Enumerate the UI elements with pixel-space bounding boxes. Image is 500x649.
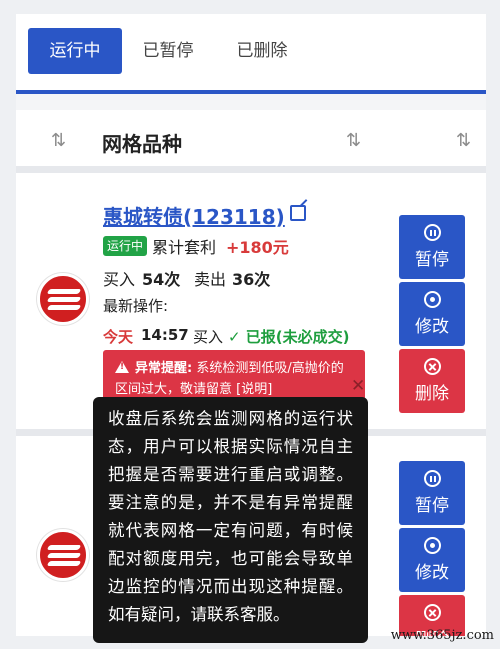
close-icon[interactable]: ✕: [351, 376, 365, 396]
edit-icon: [423, 537, 441, 554]
pause-label: 暂停: [415, 250, 449, 270]
delete-label: 删除: [415, 384, 449, 404]
alert-title: 异常提醒:: [135, 361, 193, 376]
explanation-tooltip: 收盘后系统会监测网格的运行状态，用户可以根据实际情况自主把握是否需要进行重启或调…: [93, 397, 368, 643]
fund-name-link[interactable]: 惠城转债(123118): [103, 201, 285, 230]
sell-count: 36次: [232, 270, 271, 289]
status-badge: 运行中: [103, 236, 148, 256]
latest-operation-label: 最新操作:: [103, 297, 169, 315]
tab-running[interactable]: 运行中: [28, 28, 122, 74]
sort-icon[interactable]: ⇅: [51, 130, 66, 151]
fund-logo-icon: [37, 273, 89, 325]
pause-button[interactable]: 暂停: [399, 215, 465, 279]
pause-button[interactable]: 暂停: [399, 461, 465, 525]
edit-label: 修改: [415, 317, 449, 337]
latest-day: 今天: [103, 328, 134, 346]
external-link-icon[interactable]: [290, 205, 306, 221]
fund-logo-icon: [37, 529, 89, 581]
warning-icon: [115, 361, 129, 373]
pause-icon: [423, 470, 441, 487]
divider: [16, 166, 486, 173]
pause-label: 暂停: [415, 496, 449, 516]
edit-icon: [423, 291, 441, 308]
divider: [16, 94, 486, 110]
column-title: 网格品种: [102, 132, 182, 156]
edit-button[interactable]: 修改: [399, 282, 465, 346]
tab-paused[interactable]: 已暂停: [132, 28, 204, 74]
tab-deleted[interactable]: 已删除: [226, 28, 298, 74]
watermark: www.365jz.com: [390, 628, 494, 643]
buy-count: 54次: [142, 270, 181, 289]
profit-value: +180元: [226, 238, 289, 257]
list-item: 惠城转债(123118) 运行中 累计套利 +180元 买入 54次 卖出 36…: [16, 173, 486, 429]
sort-icon[interactable]: ⇅: [456, 130, 471, 151]
delete-icon: [423, 604, 441, 621]
table-header: ⇅ 网格品种 ⇅ ⇅: [16, 110, 486, 172]
delete-icon: [423, 358, 441, 375]
delete-button[interactable]: 删除: [399, 349, 465, 413]
latest-time: 14:57: [141, 326, 189, 344]
edit-button[interactable]: 修改: [399, 528, 465, 592]
latest-status: ✓ 已报(未必成交): [228, 328, 350, 346]
edit-label: 修改: [415, 563, 449, 583]
sell-label: 卖出: [194, 270, 227, 289]
sort-icon[interactable]: ⇅: [346, 130, 361, 151]
latest-action: 买入: [193, 328, 224, 346]
tab-bar: 运行中 已暂停 已删除: [16, 14, 486, 90]
profit-label: 累计套利: [152, 238, 217, 257]
pause-icon: [423, 224, 441, 241]
buy-label: 买入: [103, 270, 136, 289]
